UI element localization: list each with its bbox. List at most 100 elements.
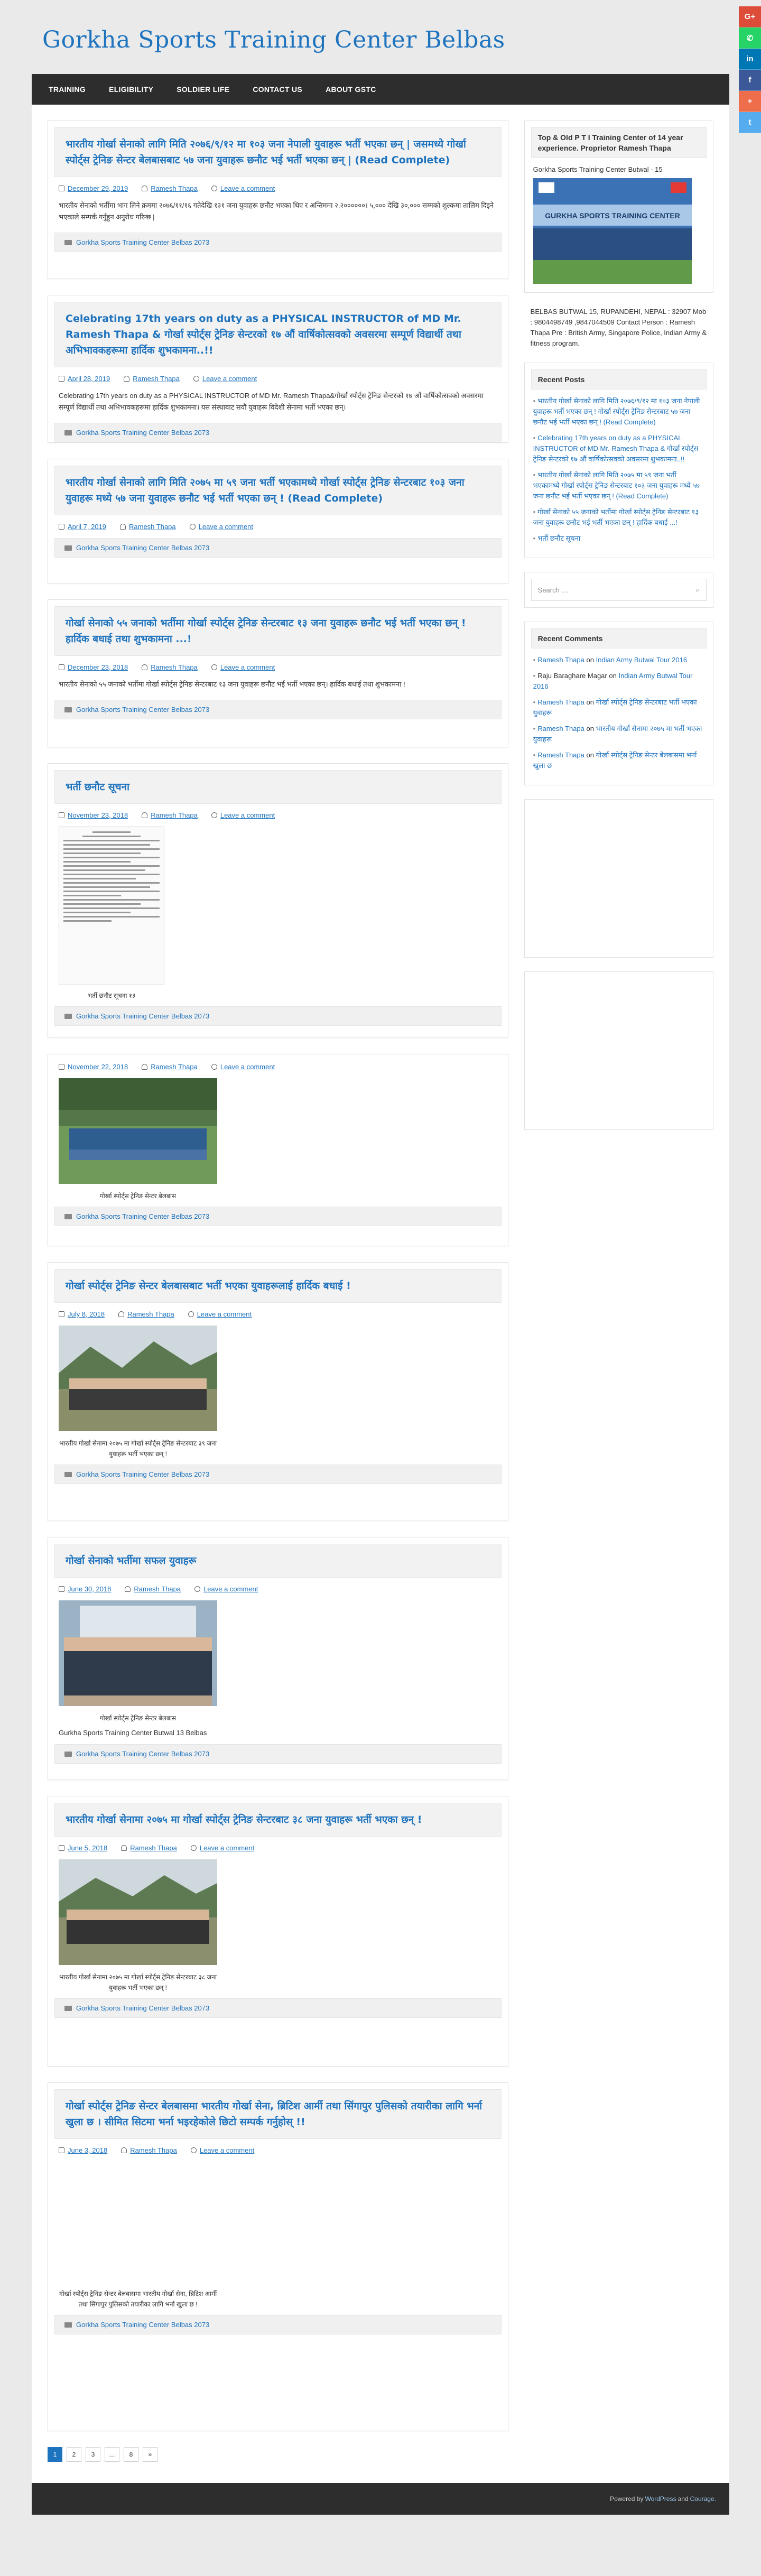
footer-theme-link[interactable]: Courage. xyxy=(690,2495,716,2503)
leave-comment-link[interactable]: Leave a comment xyxy=(220,1063,275,1071)
post-image[interactable]: गोर्खा स्पोर्ट्स ट्रेनिङ सेन्टर बेलबासमा… xyxy=(59,2162,217,2310)
post-date[interactable]: July 8, 2018 xyxy=(68,1310,105,1318)
leave-comment-link[interactable]: Leave a comment xyxy=(200,2146,254,2154)
post-title[interactable]: भर्ती छनौट सूचना xyxy=(66,779,490,795)
category-link[interactable]: Gorkha Sports Training Center Belbas 207… xyxy=(76,2004,209,2012)
leave-comment-link[interactable]: Leave a comment xyxy=(220,184,275,192)
recent-post-item[interactable]: • गोर्खा सेनाको ५५ जनाको भर्तीमा गोर्खा स… xyxy=(533,507,704,528)
recent-post-item[interactable]: • भारतीय गोर्खा सेनाको लागि मिति २०७५ मा … xyxy=(533,470,704,502)
nav-about-gstc[interactable]: ABOUT GSTC xyxy=(314,85,388,94)
linkedin-icon[interactable]: in xyxy=(739,49,761,70)
leave-comment-link[interactable]: Leave a comment xyxy=(220,663,275,671)
post-image[interactable]: गोर्खा स्पोर्ट्स ट्रेनिङ सेन्टर बेलबास xyxy=(59,1600,217,1723)
site-title[interactable]: Gorkha Sports Training Center Belbas xyxy=(42,26,729,53)
post-image[interactable]: भारतीय गोर्खा सेनामा २०७५ मा गोर्खा स्पो… xyxy=(59,1326,217,1459)
post-category-bar: Gorkha Sports Training Center Belbas 207… xyxy=(54,1465,502,1484)
indoor-group-photo[interactable] xyxy=(59,1600,217,1706)
nav-training[interactable]: TRAINING xyxy=(37,85,97,94)
category-link[interactable]: Gorkha Sports Training Center Belbas 207… xyxy=(76,238,209,246)
search-input[interactable]: Search … ⌕ xyxy=(531,579,707,601)
notice-document-image[interactable] xyxy=(59,827,164,985)
category-link[interactable]: Gorkha Sports Training Center Belbas 207… xyxy=(76,544,209,552)
nav-contact-us[interactable]: CONTACT US xyxy=(241,85,314,94)
post-title[interactable]: गोर्खा सेनाको भर्तीमा सफल युवाहरू xyxy=(66,1553,490,1569)
next-page[interactable]: » xyxy=(143,2447,157,2462)
nav-soldier-life[interactable]: SOLDIER LIFE xyxy=(165,85,241,94)
post-author[interactable]: Ramesh Thapa xyxy=(130,1844,177,1852)
leave-comment-link[interactable]: Leave a comment xyxy=(200,1844,254,1852)
facebook-icon[interactable]: f xyxy=(739,70,761,91)
post-date[interactable]: April 7, 2019 xyxy=(68,523,106,531)
post-title[interactable]: भारतीय गोर्खा सेनाको लागि मिति २०७५ मा ५… xyxy=(66,475,490,506)
leave-comment-link[interactable]: Leave a comment xyxy=(199,523,253,531)
training-center-banner[interactable]: GURKHA SPORTS TRAINING CENTER xyxy=(533,178,692,284)
post-date[interactable]: December 23, 2018 xyxy=(68,663,128,671)
post-title[interactable]: गोर्खा स्पोर्ट्स ट्रेनिङ सेन्टर बेलबासबा… xyxy=(66,1278,490,1294)
post: भारतीय गोर्खा सेनाको लागि मिति २०७६/९/१२… xyxy=(48,121,508,279)
post-date[interactable]: November 23, 2018 xyxy=(68,811,128,819)
post-title[interactable]: Celebrating 17th years on duty as a PHYS… xyxy=(66,311,490,358)
page-1[interactable]: 1 xyxy=(48,2447,62,2462)
comment-post-link[interactable]: Indian Army Butwal Tour 2016 xyxy=(596,656,687,664)
page-2[interactable]: 2 xyxy=(67,2447,81,2462)
post-date[interactable]: November 22, 2018 xyxy=(68,1063,128,1071)
leave-comment-link[interactable]: Leave a comment xyxy=(203,1585,258,1593)
search-icon[interactable]: ⌕ xyxy=(696,586,700,594)
recent-comments-widget: Recent Comments • Ramesh Thapa on Indian … xyxy=(524,622,713,785)
footer-wordpress-link[interactable]: WordPress xyxy=(645,2495,676,2503)
post-title[interactable]: गोर्खा सेनाको ५५ जनाको भर्तीमा गोर्खा स्… xyxy=(66,615,490,647)
post-title[interactable]: गोर्खा स्पोर्ट्स ट्रेनिङ सेन्टर बेलबासमा… xyxy=(66,2098,490,2130)
recent-comment-item: • Raju Baraghare Magar on Indian Army But… xyxy=(533,672,693,690)
category-link[interactable]: Gorkha Sports Training Center Belbas 207… xyxy=(76,1470,209,1478)
post-author[interactable]: Ramesh Thapa xyxy=(151,1063,198,1071)
category-link[interactable]: Gorkha Sports Training Center Belbas 207… xyxy=(76,706,209,714)
post-author[interactable]: Ramesh Thapa xyxy=(130,2146,177,2154)
post-date[interactable]: June 5, 2018 xyxy=(68,1844,107,1852)
post-title[interactable]: भारतीय गोर्खा सेनाको लागि मिति २०७६/९/१२… xyxy=(66,136,490,168)
page-3[interactable]: 3 xyxy=(86,2447,100,2462)
post-author[interactable]: Ramesh Thapa xyxy=(151,184,198,192)
training-ground-photo[interactable] xyxy=(59,1078,217,1184)
post-date[interactable]: April 28, 2019 xyxy=(68,375,110,383)
comment-author[interactable]: Ramesh Thapa xyxy=(537,656,584,664)
google-plus-icon[interactable]: G+ xyxy=(739,6,761,27)
post-image[interactable]: भारतीय गोर्खा सेनामा २०७५ मा गोर्खा स्पो… xyxy=(59,1859,217,1993)
post-image[interactable]: गोर्खा स्पोर्ट्स ट्रेनिङ सेन्टर बेलबास xyxy=(59,1078,217,1201)
share-plus-icon[interactable]: + xyxy=(739,91,761,112)
calendar-icon xyxy=(59,1064,64,1070)
twitter-icon[interactable]: t xyxy=(739,112,761,133)
leave-comment-link[interactable]: Leave a comment xyxy=(220,811,275,819)
post-meta: June 5, 2018 Ramesh Thapa Leave a commen… xyxy=(59,1844,497,1852)
page-8[interactable]: 8 xyxy=(124,2447,138,2462)
post-author[interactable]: Ramesh Thapa xyxy=(127,1310,174,1318)
category-link[interactable]: Gorkha Sports Training Center Belbas 207… xyxy=(76,429,209,437)
leave-comment-link[interactable]: Leave a comment xyxy=(202,375,257,383)
whatsapp-icon[interactable]: ✆ xyxy=(739,27,761,49)
leave-comment-link[interactable]: Leave a comment xyxy=(197,1310,252,1318)
comment-author[interactable]: Ramesh Thapa xyxy=(537,751,584,759)
post-author[interactable]: Ramesh Thapa xyxy=(151,663,198,671)
post-author[interactable]: Ramesh Thapa xyxy=(129,523,176,531)
category-link[interactable]: Gorkha Sports Training Center Belbas 207… xyxy=(76,2321,209,2329)
post-image[interactable]: भर्ती छनौट सूचना १३ xyxy=(59,827,164,1001)
recruits-group-photo[interactable] xyxy=(59,1326,217,1431)
post-author[interactable]: Ramesh Thapa xyxy=(151,811,198,819)
post-date[interactable]: June 30, 2018 xyxy=(68,1585,111,1593)
post-author[interactable]: Ramesh Thapa xyxy=(134,1585,181,1593)
field-group-photo[interactable] xyxy=(59,1859,217,1965)
post-text: Gurkha Sports Training Center Butwal 13 … xyxy=(59,1729,207,1737)
post-title[interactable]: भारतीय गोर्खा सेनामा २०७५ मा गोर्खा स्पो… xyxy=(66,1812,490,1828)
post-meta: December 29, 2019 Ramesh Thapa Leave a c… xyxy=(59,184,497,192)
comment-author[interactable]: Ramesh Thapa xyxy=(537,698,584,706)
category-link[interactable]: Gorkha Sports Training Center Belbas 207… xyxy=(76,1750,209,1758)
post-date[interactable]: December 29, 2019 xyxy=(68,184,128,192)
category-link[interactable]: Gorkha Sports Training Center Belbas 207… xyxy=(76,1212,209,1220)
recent-post-item[interactable]: • भारतीय गोर्खा सेनाको लागि मिति २०७६/९/१… xyxy=(533,396,704,428)
post-author[interactable]: Ramesh Thapa xyxy=(133,375,180,383)
category-link[interactable]: Gorkha Sports Training Center Belbas 207… xyxy=(76,1012,209,1020)
post-date[interactable]: June 3, 2018 xyxy=(68,2146,107,2154)
recent-post-item[interactable]: • Celebrating 17th years on duty as a PHY… xyxy=(533,433,704,465)
comment-author[interactable]: Ramesh Thapa xyxy=(537,725,584,733)
nav-eligibility[interactable]: ELIGIBILITY xyxy=(97,85,165,94)
recent-post-item[interactable]: • भर्ती छनौट सूचना xyxy=(533,533,704,544)
